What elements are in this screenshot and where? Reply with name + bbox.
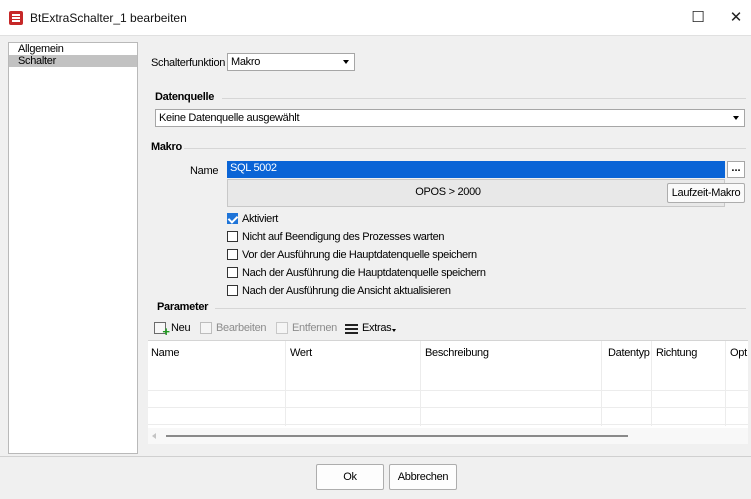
browse-macro-button[interactable]: ... <box>727 161 745 178</box>
app-icon <box>9 11 23 25</box>
column-header-datentyp[interactable]: Datentyp <box>608 347 650 359</box>
makro-separator <box>184 148 746 149</box>
column-header-richtung[interactable]: Richtung <box>656 347 697 359</box>
horizontal-scrollbar[interactable] <box>148 428 748 444</box>
macro-name-value: SQL 5002 <box>230 162 277 174</box>
column-header-name[interactable]: Name <box>151 347 179 359</box>
macro-name-field[interactable]: SQL 5002 <box>227 161 725 180</box>
nicht-warten-label: Nicht auf Beendigung des Prozesses warte… <box>242 231 445 243</box>
bearbeiten-button[interactable]: Bearbeiten <box>216 322 267 336</box>
datenquelle-select[interactable]: Keine Datenquelle ausgewählt <box>155 109 745 127</box>
edit-icon <box>200 322 212 334</box>
chevron-down-icon <box>343 60 349 64</box>
add-icon <box>154 322 170 339</box>
laufzeit-makro-button[interactable]: Laufzeit-Makro <box>667 183 745 203</box>
window-title: BtExtraSchalter_1 bearbeiten <box>30 11 187 25</box>
column-header-wert[interactable]: Wert <box>290 347 312 359</box>
datenquelle-value: Keine Datenquelle ausgewählt <box>159 112 300 124</box>
title-bar: BtExtraSchalter_1 bearbeiten ☐ ✕ <box>0 0 751 36</box>
dropdown-arrow-icon <box>392 329 396 332</box>
datenquelle-heading: Datenquelle <box>155 91 215 103</box>
parameter-heading: Parameter <box>157 301 209 313</box>
parameter-separator <box>215 308 746 309</box>
aktiviert-checkbox[interactable] <box>227 213 238 224</box>
parameter-table[interactable]: Name Wert Beschreibung Datentyp Richtung… <box>148 340 748 444</box>
table-header: Name Wert Beschreibung Datentyp Richtung… <box>148 341 748 363</box>
ok-button[interactable]: Ok <box>316 464 384 490</box>
ansicht-aktualisieren-checkbox[interactable] <box>227 285 238 296</box>
dialog-footer: Ok Abbrechen <box>0 456 751 499</box>
column-header-beschreibung[interactable]: Beschreibung <box>425 347 489 359</box>
nicht-warten-checkbox[interactable] <box>227 231 238 242</box>
schalterfunktion-label: Schalterfunktion <box>151 57 226 69</box>
name-label: Name <box>190 165 219 177</box>
chevron-down-icon <box>733 116 739 120</box>
extras-button[interactable]: Extras <box>362 322 392 336</box>
section-nav: Allgemein Schalter <box>8 42 138 454</box>
makro-heading: Makro <box>151 141 182 153</box>
close-button[interactable]: ✕ <box>716 6 751 30</box>
maximize-button[interactable]: ☐ <box>678 6 718 30</box>
delete-icon <box>276 322 288 334</box>
macro-description: OPOS > 2000 <box>415 186 481 198</box>
vor-speichern-label: Vor der Ausführung die Hauptdatenquelle … <box>242 249 477 261</box>
schalterfunktion-select[interactable]: Makro <box>227 53 355 71</box>
entfernen-button[interactable]: Entfernen <box>292 322 337 336</box>
macro-description-box: OPOS > 2000 <box>227 179 725 207</box>
vor-speichern-checkbox[interactable] <box>227 249 238 260</box>
scroll-left-icon[interactable] <box>152 433 156 439</box>
nav-item-schalter[interactable]: Schalter <box>9 55 137 67</box>
neu-button[interactable]: Neu <box>171 322 191 336</box>
datenquelle-separator <box>222 98 746 99</box>
nach-speichern-label: Nach der Ausführung die Hauptdatenquelle… <box>242 267 486 279</box>
ansicht-aktualisieren-label: Nach der Ausführung die Ansicht aktualis… <box>242 285 451 297</box>
cancel-button[interactable]: Abbrechen <box>389 464 457 490</box>
dialog-body: Allgemein Schalter Schalterfunktion Makr… <box>0 36 751 499</box>
aktiviert-label: Aktiviert <box>242 213 278 225</box>
nav-item-allgemein[interactable]: Allgemein <box>9 43 137 55</box>
menu-icon <box>345 324 358 334</box>
schalterfunktion-value: Makro <box>231 56 261 68</box>
nach-speichern-checkbox[interactable] <box>227 267 238 278</box>
column-header-opt[interactable]: Opt <box>730 347 747 359</box>
scrollbar-thumb[interactable] <box>166 435 628 437</box>
